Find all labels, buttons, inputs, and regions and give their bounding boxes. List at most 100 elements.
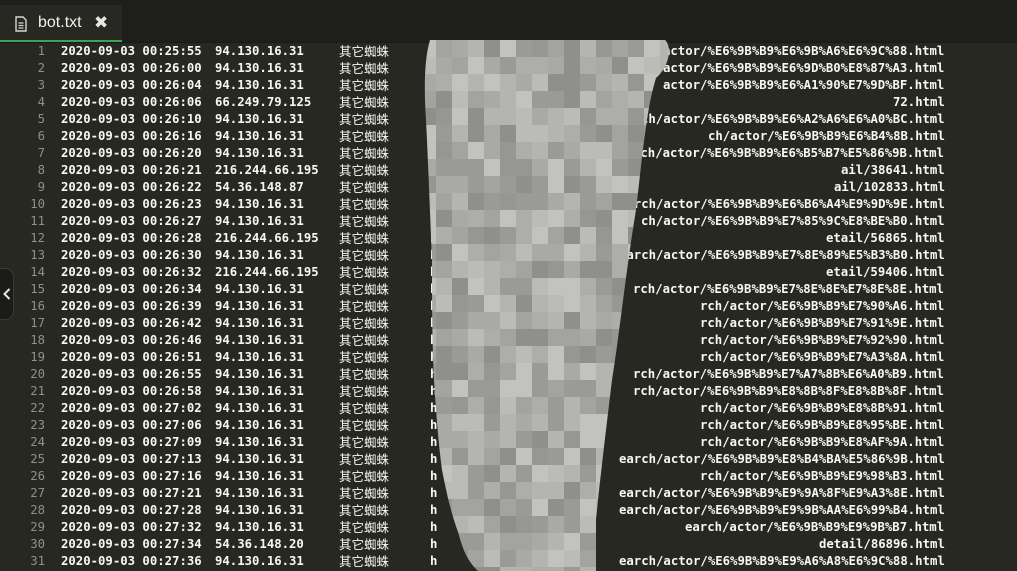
- log-ip: 94.130.16.31: [215, 316, 304, 330]
- log-url-tail: earch/actor/%E6%9B%B9%E6%B6%A4%E9%9D%9E.…: [619, 197, 945, 211]
- log-line: 7 2020-09-03 00:26:20 94.130.16.31 其它蜘蛛 rch/…: [0, 145, 1017, 162]
- tab-filename: bot.txt: [38, 14, 82, 31]
- log-url-head: h: [430, 401, 438, 415]
- log-spider-type: 其它蜘蛛: [339, 469, 390, 484]
- log-line: 26 2020-09-03 00:27:16 94.130.16.31 其它蜘蛛 h rc…: [0, 468, 1017, 485]
- log-url-tail: rch/actor/%E6%9B%B9%E7%91%9E.html: [700, 316, 945, 330]
- log-url-head: h: [430, 248, 438, 262]
- log-spider-type: 其它蜘蛛: [339, 95, 390, 110]
- log-spider-type: 其它蜘蛛: [339, 299, 390, 314]
- line-number: 27: [30, 486, 45, 500]
- log-url-head: h: [430, 350, 438, 364]
- log-timestamp: 2020-09-03 00:26:00: [61, 61, 202, 75]
- log-url-tail: rch/actor/%E6%9B%B9%E7%A3%8A.html: [700, 350, 945, 364]
- log-timestamp: 2020-09-03 00:26:06: [61, 95, 202, 109]
- editor-text-area[interactable]: 1 2020-09-03 00:25:55 94.130.16.31 其它蜘蛛 acto…: [0, 43, 1017, 571]
- log-timestamp: 2020-09-03 00:27:34: [61, 537, 202, 551]
- log-timestamp: 2020-09-03 00:27:06: [61, 418, 202, 432]
- log-ip: 94.130.16.31: [215, 503, 304, 517]
- log-url-tail: detail/86896.html: [819, 537, 945, 551]
- log-url-head: http: [430, 78, 460, 92]
- log-timestamp: 2020-09-03 00:27:28: [61, 503, 202, 517]
- log-timestamp: 2020-09-03 00:27:13: [61, 452, 202, 466]
- log-line: 17 2020-09-03 00:26:42 94.130.16.31 其它蜘蛛 h rc…: [0, 315, 1017, 332]
- line-number: 19: [30, 350, 45, 364]
- log-url-tail: ail/102833.html: [834, 180, 946, 194]
- log-line: 6 2020-09-03 00:26:16 94.130.16.31 其它蜘蛛 ch/a…: [0, 128, 1017, 145]
- log-timestamp: 2020-09-03 00:27:02: [61, 401, 202, 415]
- log-ip: 94.130.16.31: [215, 384, 304, 398]
- log-url-tail: rch/actor/%E6%9B%B9%E8%8B%91.html: [700, 401, 945, 415]
- log-line: 30 2020-09-03 00:27:34 54.36.148.20 其它蜘蛛 h de…: [0, 536, 1017, 553]
- log-ip: 94.130.16.31: [215, 418, 304, 432]
- log-spider-type: 其它蜘蛛: [339, 316, 390, 331]
- log-spider-type: 其它蜘蛛: [339, 367, 390, 382]
- log-url-tail: rch/actor/%E6%9B%B9%E8%95%BE.html: [700, 418, 945, 432]
- log-ip: 66.249.79.125: [215, 95, 312, 109]
- line-number: 23: [30, 418, 45, 432]
- log-url-tail: etail/56865.html: [826, 231, 945, 245]
- log-ip: 94.130.16.31: [215, 129, 304, 143]
- log-url-tail: etail/59406.html: [826, 265, 945, 279]
- tab-bar: bot.txt ✖: [0, 0, 1017, 43]
- log-url-head: h: [430, 367, 438, 381]
- side-panel-toggle[interactable]: [0, 268, 14, 320]
- tab-bot-txt[interactable]: bot.txt ✖: [0, 5, 122, 42]
- log-ip: 94.130.16.31: [215, 469, 304, 483]
- log-timestamp: 2020-09-03 00:27:32: [61, 520, 202, 534]
- log-spider-type: 其它蜘蛛: [339, 452, 390, 467]
- log-spider-type: 其它蜘蛛: [339, 44, 390, 59]
- log-timestamp: 2020-09-03 00:26:46: [61, 333, 202, 347]
- log-timestamp: 2020-09-03 00:26:51: [61, 350, 202, 364]
- log-spider-type: 其它蜘蛛: [339, 384, 390, 399]
- log-url-head: h: [430, 418, 438, 432]
- log-ip: 94.130.16.31: [215, 61, 304, 75]
- log-timestamp: 2020-09-03 00:26:22: [61, 180, 202, 194]
- log-url-tail: rch/actor/%E6%9B%B9%E7%8E%8E%E7%8E%8E.ht…: [633, 282, 944, 296]
- log-ip: 94.130.16.31: [215, 197, 304, 211]
- log-ip: 94.130.16.31: [215, 282, 304, 296]
- log-ip: 94.130.16.31: [215, 401, 304, 415]
- log-url-head: h: [430, 537, 438, 551]
- log-line: 22 2020-09-03 00:27:02 94.130.16.31 其它蜘蛛 h rc…: [0, 400, 1017, 417]
- log-timestamp: 2020-09-03 00:27:36: [61, 554, 202, 568]
- log-timestamp: 2020-09-03 00:26:10: [61, 112, 202, 126]
- log-line: 8 2020-09-03 00:26:21 216.244.66.195 其它蜘蛛 ai…: [0, 162, 1017, 179]
- log-line: 21 2020-09-03 00:26:58 94.130.16.31 其它蜘蛛 h rc…: [0, 383, 1017, 400]
- log-url-tail: ail/38641.html: [841, 163, 945, 177]
- log-spider-type: 其它蜘蛛: [339, 163, 390, 178]
- log-line: 25 2020-09-03 00:27:13 94.130.16.31 其它蜘蛛 h ea…: [0, 451, 1017, 468]
- log-url-head: h: [430, 214, 438, 228]
- log-spider-type: 其它蜘蛛: [339, 350, 390, 365]
- log-url-tail: rch/actor/%E6%9B%B9%E7%92%90.html: [700, 333, 945, 347]
- line-number: 28: [30, 503, 45, 517]
- line-number: 7: [37, 146, 45, 160]
- log-url-head: h: [430, 469, 438, 483]
- line-number: 2: [37, 61, 45, 75]
- log-ip: 94.130.16.31: [215, 367, 304, 381]
- log-url-tail: rch/actor/%E6%9B%B9%E7%90%A6.html: [700, 299, 945, 313]
- log-url-tail: rch/actor/%E6%9B%B9%E6%B5%B7%E5%86%9B.ht…: [633, 146, 944, 160]
- log-line: 11 2020-09-03 00:26:27 94.130.16.31 其它蜘蛛 h ch…: [0, 213, 1017, 230]
- log-timestamp: 2020-09-03 00:26:39: [61, 299, 202, 313]
- log-url-head: h: [430, 452, 438, 466]
- log-line: 4 2020-09-03 00:26:06 66.249.79.125 其它蜘蛛 h 72…: [0, 94, 1017, 111]
- log-url-tail: earch/actor/%E6%9B%B9%E7%8E%89%E5%B3%B0.…: [619, 248, 945, 262]
- log-timestamp: 2020-09-03 00:26:21: [61, 163, 202, 177]
- log-ip: 94.130.16.31: [215, 112, 304, 126]
- log-spider-type: 其它蜘蛛: [339, 537, 390, 552]
- log-spider-type: 其它蜘蛛: [339, 554, 390, 569]
- close-icon[interactable]: ✖: [94, 13, 108, 33]
- log-url-head: h: [430, 61, 438, 75]
- log-spider-type: 其它蜘蛛: [339, 333, 390, 348]
- line-number: 26: [30, 469, 45, 483]
- line-number: 5: [37, 112, 45, 126]
- log-line: 31 2020-09-03 00:27:36 94.130.16.31 其它蜘蛛 h ea…: [0, 553, 1017, 570]
- log-url-head: h: [430, 95, 438, 109]
- log-line: 16 2020-09-03 00:26:39 94.130.16.31 其它蜘蛛 h rc…: [0, 298, 1017, 315]
- log-url-tail: ch/actor/%E6%9B%B9%E7%85%9C%E8%BE%B0.htm…: [641, 214, 945, 228]
- log-url-tail: rch/actor/%E6%9B%B9%E8%8B%8F%E8%8B%8F.ht…: [633, 384, 944, 398]
- log-ip: 94.130.16.31: [215, 248, 304, 262]
- line-number: 30: [30, 537, 45, 551]
- log-url-tail: rch/actor/%E6%9B%B9%E7%A7%8B%E6%A0%B9.ht…: [633, 367, 944, 381]
